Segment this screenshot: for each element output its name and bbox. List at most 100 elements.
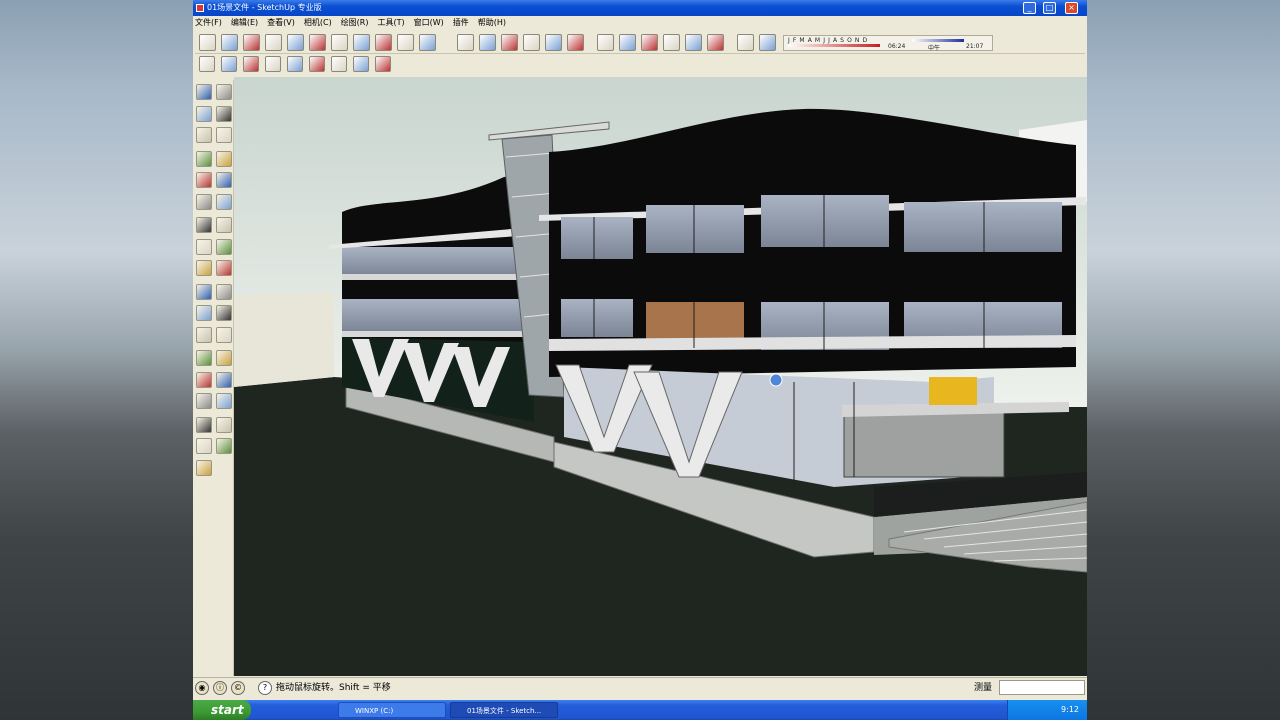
pan-icon[interactable] — [216, 326, 232, 343]
section-icon[interactable] — [196, 438, 212, 454]
xray-icon[interactable] — [597, 34, 614, 51]
follow-me-icon[interactable] — [216, 217, 232, 233]
dimension-icon[interactable] — [216, 260, 232, 276]
tag-tool-3-icon[interactable] — [243, 56, 259, 72]
footprints-icon[interactable] — [216, 416, 232, 433]
hidden-line-icon[interactable] — [641, 34, 658, 51]
shadow-noon-label: 中午 — [928, 45, 941, 52]
print-icon[interactable] — [397, 34, 414, 51]
top-view-icon[interactable] — [479, 34, 496, 51]
position-camera-icon[interactable] — [196, 393, 212, 409]
redo-icon[interactable] — [375, 34, 392, 51]
section-display-icon[interactable] — [216, 438, 232, 454]
protractor-icon[interactable] — [196, 283, 212, 300]
menu-plugins[interactable]: 插件 — [452, 16, 470, 30]
help-icon[interactable]: ? — [258, 681, 272, 695]
geolocation-icon[interactable]: ◉ — [195, 681, 209, 695]
save-icon[interactable] — [243, 34, 260, 51]
shadow-month-slider[interactable] — [788, 44, 880, 47]
zoom-extents-icon[interactable] — [196, 371, 212, 388]
status-hint: 拖动鼠标旋转。Shift = 平移 — [276, 683, 391, 693]
menu-edit[interactable]: 编辑(E) — [230, 16, 259, 30]
push-pull-icon[interactable] — [216, 193, 232, 210]
wireframe-icon[interactable] — [619, 34, 636, 51]
open-icon[interactable] — [221, 34, 238, 51]
menu-file[interactable]: 文件(F) — [194, 16, 223, 30]
paste-icon[interactable] — [309, 34, 326, 51]
eraser-icon[interactable] — [216, 105, 232, 122]
menu-tools[interactable]: 工具(T) — [377, 16, 406, 30]
look-around-icon[interactable] — [216, 393, 232, 409]
monochrome-icon[interactable] — [707, 34, 724, 51]
shadow-settings-toolbar[interactable]: J F M A M J J A S O N D 06:24 中午 21:07 — [783, 35, 993, 52]
left-view-icon[interactable] — [567, 34, 584, 51]
orbit-icon[interactable] — [196, 326, 212, 343]
scale-icon[interactable] — [196, 238, 212, 255]
freehand-icon[interactable] — [216, 172, 232, 188]
sandbox-icon[interactable] — [196, 459, 212, 476]
iso-view-icon[interactable] — [457, 34, 474, 51]
menu-draw[interactable]: 绘图(R) — [340, 16, 370, 30]
taskbar-button-winxp[interactable]: WINXP (C:) — [338, 702, 446, 718]
menu-window[interactable]: 窗口(W) — [413, 16, 445, 30]
taskbar-button-label: WINXP (C:) — [355, 707, 394, 715]
polygon-icon[interactable] — [196, 172, 212, 188]
clip-icon[interactable] — [375, 56, 391, 72]
walk-icon[interactable] — [196, 416, 212, 433]
previous-view-icon[interactable] — [216, 371, 232, 388]
model-viewport[interactable] — [234, 77, 1087, 676]
shaded-texture-icon[interactable] — [685, 34, 702, 51]
copy-icon[interactable] — [287, 34, 304, 51]
shadow-time-slider[interactable] — [912, 39, 964, 42]
section-cut-icon[interactable] — [759, 34, 776, 51]
text-icon[interactable] — [216, 283, 232, 300]
close-button[interactable]: × — [1065, 2, 1078, 14]
zoom-window-icon[interactable] — [216, 350, 232, 366]
minimize-button[interactable]: _ — [1023, 2, 1036, 14]
paint-bucket-icon[interactable] — [196, 105, 212, 122]
taskbar: start WINXP (C:) 01场景文件 - Sketch... 9:12 — [193, 700, 1087, 720]
section-plane-icon[interactable] — [737, 34, 754, 51]
cut-icon[interactable] — [265, 34, 282, 51]
rotate-icon[interactable] — [196, 217, 212, 233]
menu-view[interactable]: 查看(V) — [266, 16, 296, 30]
erase-icon[interactable] — [331, 34, 348, 51]
rectangle-icon[interactable] — [196, 127, 212, 143]
line-icon[interactable] — [216, 127, 232, 143]
shaded-icon[interactable] — [663, 34, 680, 51]
undo-icon[interactable] — [353, 34, 370, 51]
tape-measure-icon[interactable] — [196, 260, 212, 276]
sphere-icon[interactable] — [287, 56, 303, 72]
maximize-button[interactable]: □ — [1043, 2, 1056, 14]
menu-camera[interactable]: 相机(C) — [303, 16, 333, 30]
taskbar-button-sketchup[interactable]: 01场景文件 - Sketch... — [450, 702, 558, 718]
sun-icon[interactable] — [331, 56, 347, 72]
building-model-scene[interactable] — [234, 77, 1087, 676]
front-view-icon[interactable] — [501, 34, 518, 51]
credits-icon[interactable]: ⓘ — [213, 681, 227, 695]
title-bar[interactable]: 01场景文件 - SketchUp 专业版 _ □ × — [193, 0, 1087, 16]
move-icon[interactable] — [196, 193, 212, 210]
start-button[interactable]: start — [193, 700, 251, 720]
circle-icon[interactable] — [353, 56, 369, 72]
measurements-input[interactable] — [999, 680, 1085, 695]
axes-icon[interactable] — [196, 305, 212, 321]
zoom-icon[interactable] — [196, 350, 212, 366]
new-file-icon[interactable] — [199, 34, 216, 51]
arc-icon[interactable] — [216, 150, 232, 167]
offset-icon[interactable] — [216, 238, 232, 255]
shadow-month-scale[interactable]: J F M A M J J A S O N D — [788, 37, 868, 44]
right-view-icon[interactable] — [523, 34, 540, 51]
paint-icon[interactable] — [309, 56, 325, 72]
back-view-icon[interactable] — [545, 34, 562, 51]
sign-in-icon[interactable]: © — [231, 681, 245, 695]
component-icon[interactable] — [265, 56, 281, 72]
select-icon[interactable] — [196, 84, 212, 100]
circle-icon[interactable] — [196, 150, 212, 167]
menu-help[interactable]: 帮助(H) — [477, 16, 507, 30]
make-component-icon[interactable] — [216, 84, 232, 100]
tag-tool-2-icon[interactable] — [221, 56, 237, 72]
model-info-icon[interactable] — [419, 34, 436, 51]
3d-text-icon[interactable] — [216, 305, 232, 321]
tag-tool-1-icon[interactable] — [199, 56, 215, 72]
